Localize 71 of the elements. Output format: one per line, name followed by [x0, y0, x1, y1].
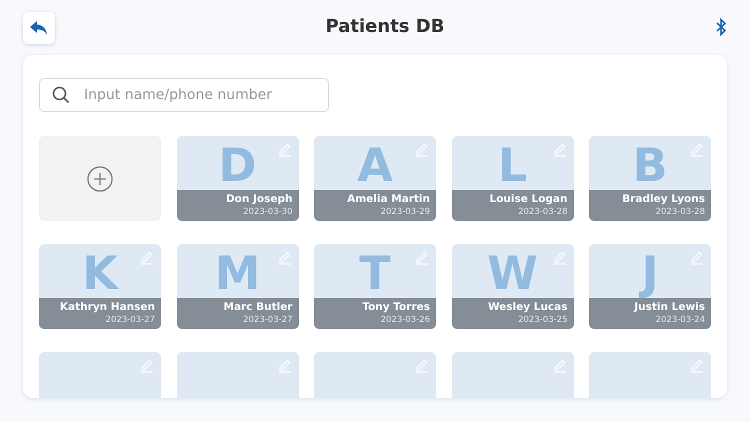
- edit-button[interactable]: [552, 141, 568, 157]
- pencil-icon: [689, 141, 705, 157]
- patient-name: Marc Butler: [222, 300, 292, 314]
- edit-button[interactable]: [689, 357, 705, 373]
- edit-button[interactable]: [139, 357, 155, 373]
- edit-button[interactable]: [276, 357, 292, 373]
- patient-tile[interactable]: D Don Joseph 2023-03-30: [176, 136, 298, 221]
- edit-button[interactable]: [552, 249, 568, 265]
- initial-letter: A: [357, 140, 393, 190]
- patient-tile[interactable]: L Louise Logan 2023-03-28: [452, 136, 574, 221]
- visit-date: 2023-03-28: [654, 206, 705, 218]
- patient-tile[interactable]: A Amelia Martin 2023-03-29: [314, 136, 436, 221]
- patient-name: Tony Torres: [361, 300, 430, 314]
- initial-letter: M: [214, 248, 260, 298]
- page-title: Patients DB: [326, 16, 444, 38]
- add-icon: [87, 166, 113, 192]
- edit-button[interactable]: [276, 141, 292, 157]
- edit-button[interactable]: [276, 249, 292, 265]
- search-field[interactable]: Input name/phone number: [39, 78, 329, 112]
- initial-letter: B: [632, 140, 668, 190]
- initial-letter: W: [487, 248, 538, 298]
- edit-button[interactable]: [139, 249, 155, 265]
- pencil-icon: [414, 141, 430, 157]
- pencil-icon: [276, 357, 292, 373]
- pencil-icon: [276, 141, 292, 157]
- edit-button[interactable]: [414, 141, 430, 157]
- initial-letter: K: [82, 248, 118, 298]
- visit-date: 2023-03-27: [104, 314, 155, 326]
- pencil-icon: [139, 357, 155, 373]
- edit-button[interactable]: [414, 249, 430, 265]
- back-button[interactable]: [23, 12, 55, 44]
- patient-name: Bradley Lyons: [621, 192, 705, 206]
- patient-tile[interactable]: T Tony Torres 2023-03-26: [314, 244, 436, 329]
- pencil-icon: [139, 249, 155, 265]
- reply-arrow-icon: [29, 20, 49, 36]
- edit-button[interactable]: [689, 141, 705, 157]
- pencil-icon: [414, 249, 430, 265]
- patient-name: Wesley Lucas: [486, 300, 568, 314]
- patient-tile[interactable]: W Wesley Lucas 2023-03-25: [452, 244, 574, 329]
- patient-tile[interactable]: K Kathryn Hansen 2023-03-27: [39, 244, 161, 329]
- pencil-icon: [552, 357, 568, 373]
- visit-date: 2023-03-28: [517, 206, 568, 218]
- edit-button[interactable]: [552, 357, 568, 373]
- visit-date: 2023-03-26: [380, 314, 430, 326]
- visit-date: 2023-03-25: [517, 314, 568, 326]
- patient-name: Kathryn Hansen: [58, 300, 155, 314]
- initial-letter: J: [641, 248, 659, 298]
- patient-name: Amelia Martin: [346, 192, 430, 206]
- patient-name: Louise Logan: [488, 192, 568, 206]
- initial-letter: L: [498, 140, 528, 190]
- visit-date: 2023-03-27: [242, 314, 292, 326]
- visit-date: 2023-03-24: [654, 314, 705, 326]
- edit-button[interactable]: [414, 357, 430, 373]
- initial-letter: T: [359, 248, 391, 298]
- pencil-icon: [414, 357, 430, 373]
- visit-date: 2023-03-30: [242, 206, 292, 218]
- pencil-icon: [689, 357, 705, 373]
- patient-name: Don Joseph: [224, 192, 292, 206]
- pencil-icon: [689, 249, 705, 265]
- pencil-icon: [276, 249, 292, 265]
- pencil-icon: [552, 141, 568, 157]
- patient-tile[interactable]: J Justin Lewis 2023-03-24: [589, 244, 711, 329]
- bluetooth-icon[interactable]: [715, 18, 727, 36]
- edit-button[interactable]: [689, 249, 705, 265]
- pencil-icon: [552, 249, 568, 265]
- add-patient-tile[interactable]: [39, 136, 161, 221]
- patient-name: Justin Lewis: [632, 300, 705, 314]
- patient-tile[interactable]: B Bradley Lyons 2023-03-28: [589, 136, 711, 221]
- patient-tile[interactable]: M Marc Butler 2023-03-27: [176, 244, 298, 329]
- initial-letter: D: [218, 140, 257, 190]
- visit-date: 2023-03-29: [380, 206, 430, 218]
